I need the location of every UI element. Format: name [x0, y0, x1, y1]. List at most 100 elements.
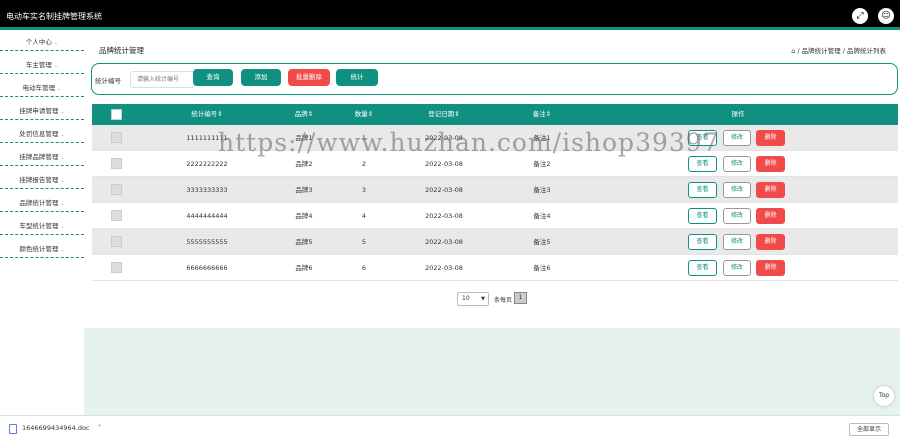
chevron-down-icon: ⌄: [53, 40, 59, 46]
sidebar-item-personal[interactable]: 个人中心 ⌄: [0, 33, 84, 51]
cell-brand: 品牌3: [295, 186, 313, 194]
cell-id: 6666666666: [186, 264, 228, 272]
delete-button[interactable]: 删除: [756, 260, 785, 276]
sidebar-item-applications[interactable]: 挂牌申请管理 ⌄: [0, 102, 84, 120]
row-checkbox[interactable]: [111, 132, 122, 143]
page-number-button[interactable]: 1: [514, 292, 527, 304]
per-page-label: 条每页: [494, 297, 513, 304]
sidebar-item-label: 电动车管理: [22, 84, 56, 92]
home-icon[interactable]: ⌂: [791, 47, 795, 55]
edit-button[interactable]: 修改: [723, 260, 751, 276]
cell-note: 备注5: [533, 238, 551, 246]
row-checkbox[interactable]: [111, 210, 122, 221]
watermark-text: https://www.huzhan.com/ishop39397: [218, 128, 720, 157]
download-file-name[interactable]: 1646699434964.doc: [22, 424, 90, 432]
edit-button[interactable]: 修改: [723, 156, 751, 172]
add-button[interactable]: 添加: [241, 69, 281, 86]
sidebar-item-label: 品牌统计管理: [19, 199, 59, 207]
top-bar: 电动车实名制挂牌管理系统 ⤢ ☺: [0, 0, 900, 30]
view-button[interactable]: 查看: [688, 156, 717, 172]
user-icon[interactable]: ☺: [878, 8, 894, 24]
back-to-top-button[interactable]: Top: [874, 386, 894, 406]
cell-id: 4444444444: [186, 212, 228, 220]
sidebar-item-ebikes[interactable]: 电动车管理 ⌄: [0, 79, 84, 97]
sidebar-item-owners[interactable]: 车主管理 ⌄: [0, 56, 84, 74]
column-header[interactable]: 登记日期⇕: [414, 104, 474, 125]
cell-id: 3333333333: [186, 186, 228, 194]
sidebar-item-brands[interactable]: 挂牌品牌管理 ⌄: [0, 148, 84, 166]
table-header: 统计编号⇕ 品牌⇕ 数量⇕ 登记日期⇕ 备注⇕ 操作: [92, 104, 898, 125]
column-header[interactable]: 统计编号⇕: [172, 104, 242, 125]
chevron-down-icon: ⌄: [53, 63, 59, 69]
sidebar-item-label: 处罚信息管理: [19, 130, 59, 138]
chevron-up-icon[interactable]: ⌃: [97, 424, 102, 431]
chevron-down-icon: ⌄: [60, 155, 65, 161]
cell-note: 备注6: [533, 264, 551, 272]
delete-button[interactable]: 删除: [756, 234, 785, 250]
row-checkbox[interactable]: [111, 158, 122, 169]
sidebar-item-penalties[interactable]: 处罚信息管理 ⌄: [0, 125, 84, 143]
chevron-down-icon: ⌄: [60, 247, 65, 253]
expand-icon[interactable]: ⤢: [852, 8, 868, 24]
cell-brand: 品牌6: [295, 264, 313, 272]
row-checkbox[interactable]: [111, 262, 122, 273]
cell-count: 5: [361, 238, 367, 246]
breadcrumb-path: / 品牌统计管理 / 品牌统计列表: [797, 47, 886, 55]
table-row: 5555555555 品牌5 5 2022-03-08 备注5 查看 修改 删除: [92, 229, 898, 255]
chevron-down-icon: ⌄: [60, 132, 65, 138]
select-all-checkbox[interactable]: [111, 109, 122, 120]
sidebar: 个人中心 ⌄ 车主管理 ⌄ 电动车管理 ⌄ 挂牌申请管理 ⌄ 处罚信息管理 ⌄ 挂牌品牌管…: [0, 33, 84, 415]
column-header[interactable]: 数量⇕: [344, 104, 384, 125]
edit-button[interactable]: 修改: [723, 234, 751, 250]
cell-date: 2022-03-08: [425, 264, 463, 272]
view-button[interactable]: 查看: [688, 182, 717, 198]
chevron-down-icon: ⌄: [60, 224, 65, 230]
view-button[interactable]: 查看: [688, 234, 717, 250]
edit-button[interactable]: 修改: [723, 182, 751, 198]
batch-delete-button[interactable]: 批量删除: [288, 69, 330, 86]
edit-button[interactable]: 修改: [723, 130, 751, 146]
page-title: 品牌统计管理: [99, 46, 144, 55]
sidebar-item-label: 挂牌申请管理: [19, 107, 59, 115]
chevron-down-icon: ⌄: [60, 201, 65, 207]
cell-brand: 品牌4: [295, 212, 313, 220]
column-header: 操作: [731, 110, 745, 118]
sidebar-item-brand-stats[interactable]: 品牌统计管理 ⌄: [0, 194, 84, 212]
sidebar-item-color-stats[interactable]: 颜色统计管理 ⌄: [0, 240, 84, 258]
main-area: 品牌统计管理 ⌂ / 品牌统计管理 / 品牌统计列表 统计编号 查询 添加 批量…: [84, 33, 900, 415]
edit-button[interactable]: 修改: [723, 208, 751, 224]
cell-note: 备注3: [533, 186, 551, 194]
search-bar: 统计编号 查询 添加 批量删除 统计: [91, 63, 898, 95]
row-checkbox[interactable]: [111, 236, 122, 247]
chevron-down-icon: ▼: [481, 296, 485, 302]
show-all-downloads-button[interactable]: 全部显示: [849, 423, 889, 436]
document-icon: [9, 424, 17, 434]
cell-date: 2022-03-08: [425, 186, 463, 194]
search-input[interactable]: [130, 71, 195, 88]
chevron-down-icon: ⌄: [60, 109, 65, 115]
column-header[interactable]: 品牌⇕: [284, 104, 324, 125]
delete-button[interactable]: 删除: [756, 156, 785, 172]
row-checkbox[interactable]: [111, 184, 122, 195]
sidebar-item-label: 车主管理: [25, 61, 52, 69]
cell-brand: 品牌5: [295, 238, 313, 246]
column-header[interactable]: 备注⇕: [522, 104, 562, 125]
view-button[interactable]: 查看: [688, 208, 717, 224]
sidebar-item-label: 颜色统计管理: [19, 245, 59, 253]
stats-button[interactable]: 统计: [336, 69, 378, 86]
breadcrumb: ⌂ / 品牌统计管理 / 品牌统计列表: [791, 45, 886, 55]
delete-button[interactable]: 删除: [756, 208, 785, 224]
chevron-down-icon: ⌄: [60, 178, 65, 184]
chevron-down-icon: ⌄: [57, 86, 62, 92]
search-label: 统计编号: [95, 77, 121, 85]
view-button[interactable]: 查看: [688, 260, 717, 276]
table-row: 3333333333 品牌3 3 2022-03-08 备注3 查看 修改 删除: [92, 177, 898, 203]
page-size-select[interactable]: 10 ▼: [457, 292, 489, 306]
delete-button[interactable]: 删除: [756, 130, 785, 146]
sidebar-item-model-stats[interactable]: 车型统计管理 ⌄: [0, 217, 84, 235]
query-button[interactable]: 查询: [193, 69, 233, 86]
delete-button[interactable]: 删除: [756, 182, 785, 198]
sidebar-item-label: 挂牌品牌管理: [19, 153, 59, 161]
cell-id: 5555555555: [186, 238, 228, 246]
sidebar-item-reports[interactable]: 挂牌报告管理 ⌄: [0, 171, 84, 189]
